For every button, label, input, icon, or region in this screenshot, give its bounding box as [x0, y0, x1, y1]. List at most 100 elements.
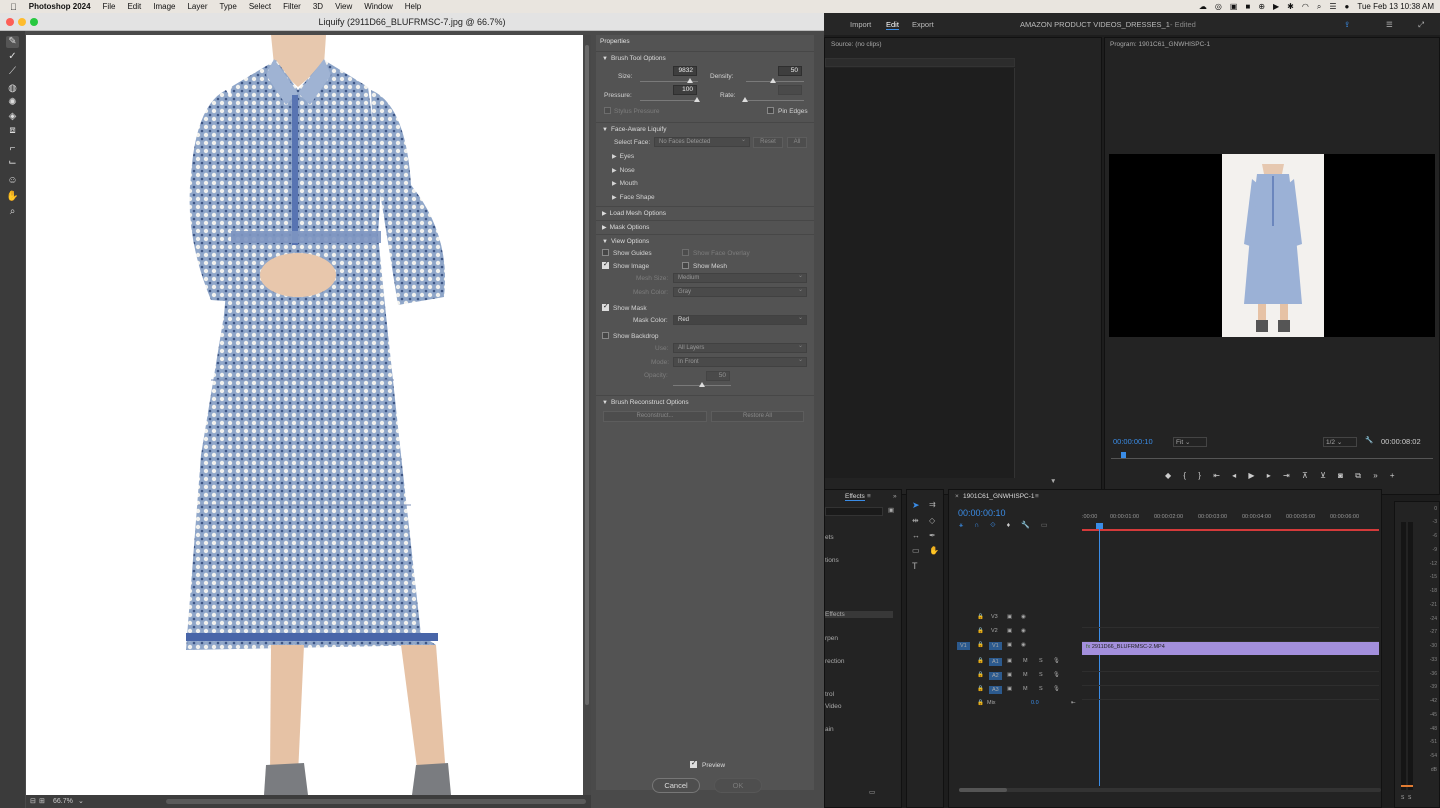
- forward-warp-tool-icon[interactable]: ✎: [6, 36, 19, 48]
- share-icon[interactable]: ⇪: [1344, 20, 1350, 29]
- go-to-out-icon[interactable]: ⇥: [1283, 471, 1290, 480]
- reconstruct-button[interactable]: Reconstruct...: [603, 411, 707, 422]
- mode-dropdown[interactable]: In Front: [673, 356, 807, 367]
- mark-in-icon[interactable]: {: [1183, 471, 1186, 480]
- sequence-timecode[interactable]: 00:00:00:10: [958, 508, 1006, 518]
- pressure-slider-knob[interactable]: [694, 97, 700, 102]
- menu-file[interactable]: File: [103, 2, 116, 11]
- mark-out-icon[interactable]: }: [1198, 471, 1201, 480]
- extract-icon[interactable]: ⊻: [1320, 471, 1326, 480]
- work-area-bar[interactable]: [1082, 529, 1379, 531]
- cancel-button[interactable]: Cancel: [652, 778, 700, 793]
- zoom-in-icon[interactable]: ⊞: [39, 795, 45, 808]
- menu-3d[interactable]: 3D: [313, 2, 323, 11]
- menu-window[interactable]: Window: [364, 2, 392, 11]
- program-scrubber[interactable]: [1111, 458, 1433, 459]
- freeze-mask-tool-icon[interactable]: ⌐: [6, 143, 19, 155]
- solo-right-button[interactable]: S: [1408, 795, 1411, 801]
- effects-item-1[interactable]: ets: [825, 534, 834, 541]
- reset-button[interactable]: Reset: [753, 137, 783, 148]
- folder-icon[interactable]: ▭: [869, 788, 875, 796]
- liquify-canvas[interactable]: [26, 35, 583, 795]
- brush-reconstruct-section[interactable]: ▼ Brush Reconstruct Options: [596, 395, 814, 408]
- creative-cloud-icon[interactable]: ◎: [1215, 2, 1222, 11]
- apple-icon[interactable]: : [10, 2, 17, 12]
- track-a1[interactable]: 🔒 A1 ▣ M S 🎙: [949, 658, 1081, 671]
- zoom-window-button[interactable]: [30, 18, 38, 26]
- effects-item-8[interactable]: ain: [825, 726, 834, 733]
- wifi-icon[interactable]: ◠: [1302, 2, 1309, 11]
- density-input[interactable]: 50: [778, 66, 802, 76]
- menu-filter[interactable]: Filter: [283, 2, 301, 11]
- effects-item-7[interactable]: Video: [825, 703, 842, 710]
- step-back-icon[interactable]: ◂: [1232, 471, 1236, 480]
- zoom-tool-icon[interactable]: ⌕: [6, 206, 19, 218]
- sync-icon[interactable]: ⊕: [1258, 2, 1265, 11]
- mouth-item[interactable]: ▶ Mouth: [612, 180, 638, 187]
- menu-type[interactable]: Type: [219, 2, 236, 11]
- user-icon[interactable]: ●: [1345, 2, 1350, 11]
- menu-view[interactable]: View: [335, 2, 352, 11]
- track-v2[interactable]: 🔒 V2 ▣ ◉: [949, 628, 1081, 641]
- marker-icon[interactable]: ◆: [1165, 471, 1171, 480]
- pin-edges-checkbox[interactable]: [767, 107, 774, 114]
- menu-select[interactable]: Select: [249, 2, 271, 11]
- twirl-tool-icon[interactable]: ◍: [6, 83, 19, 95]
- type-tool-icon[interactable]: T: [912, 561, 918, 571]
- rate-slider-knob[interactable]: [742, 97, 748, 102]
- effects-search[interactable]: [825, 507, 883, 516]
- solo-left-button[interactable]: S: [1401, 795, 1404, 801]
- effects-item-4[interactable]: rpen: [825, 635, 838, 642]
- face-aware-section[interactable]: ▼ Face-Aware Liquify: [596, 122, 814, 135]
- playhead-handle[interactable]: [1096, 523, 1103, 529]
- size-input[interactable]: 9832: [673, 66, 697, 76]
- menu-layer[interactable]: Layer: [187, 2, 207, 11]
- mask-color-dropdown[interactable]: Red: [673, 314, 807, 325]
- menu-help[interactable]: Help: [405, 2, 421, 11]
- push-left-tool-icon[interactable]: ⧈: [6, 125, 19, 137]
- tab-edit[interactable]: Edit: [886, 20, 899, 30]
- filter-icon[interactable]: ▼: [1050, 478, 1056, 485]
- timeline-settings-icon[interactable]: 🔧: [1021, 522, 1030, 529]
- sequence-tab[interactable]: 1901C61_GNWHISPC-1: [963, 493, 1035, 500]
- rectangle-tool-icon[interactable]: ▭: [912, 546, 920, 555]
- effects-item-6[interactable]: trol: [825, 691, 834, 698]
- thaw-mask-tool-icon[interactable]: ⌙: [6, 157, 19, 169]
- effects-item-2[interactable]: tions: [825, 557, 839, 564]
- snap-icon[interactable]: ∩: [974, 522, 979, 529]
- app-icon[interactable]: ■: [1245, 2, 1250, 11]
- eyes-item[interactable]: ▶ Eyes: [612, 153, 634, 160]
- tab-import[interactable]: Import: [850, 20, 871, 29]
- reconstruct-tool-icon[interactable]: ✓: [6, 51, 19, 63]
- track-a2[interactable]: 🔒 A2 ▣ M S 🎙: [949, 672, 1081, 685]
- close-window-button[interactable]: [6, 18, 14, 26]
- show-mesh-checkbox[interactable]: [682, 262, 689, 269]
- brush-tool-options-section[interactable]: ▼ Brush Tool Options: [596, 51, 814, 64]
- use-dropdown[interactable]: All Layers: [673, 342, 807, 353]
- show-mask-checkbox[interactable]: [602, 302, 609, 311]
- effects-more-icon[interactable]: »: [893, 493, 897, 500]
- selection-tool-icon[interactable]: ➤: [912, 500, 920, 511]
- zoom-level[interactable]: 66.7%: [53, 795, 73, 808]
- clock[interactable]: Tue Feb 13 10:38 AM: [1357, 2, 1434, 11]
- pressure-slider[interactable]: [640, 100, 698, 101]
- select-face-dropdown[interactable]: No Faces Detected: [654, 136, 750, 147]
- density-slider-knob[interactable]: [770, 78, 776, 83]
- track-v1[interactable]: V1 🔒 V1 ▣ ◉: [949, 642, 1081, 655]
- linked-selection-icon[interactable]: ⟐: [990, 522, 996, 529]
- rate-slider[interactable]: [746, 100, 804, 101]
- restore-all-button[interactable]: Restore All: [711, 411, 804, 422]
- face-shape-item[interactable]: ▶ Face Shape: [612, 194, 655, 201]
- stylus-pressure-checkbox[interactable]: [604, 107, 611, 114]
- preview-checkbox[interactable]: ✓: [690, 760, 697, 768]
- timeline-ruler[interactable]: :00:00 00:00:01:00 00:00:02:00 00:00:03:…: [1082, 514, 1379, 530]
- timeline-close-icon[interactable]: ×: [955, 493, 959, 500]
- opacity-input[interactable]: 50: [706, 371, 730, 381]
- bloat-tool-icon[interactable]: ◈: [6, 111, 19, 123]
- mesh-size-dropdown[interactable]: Medium: [673, 272, 807, 283]
- pucker-tool-icon[interactable]: ✺: [6, 97, 19, 109]
- slip-tool-icon[interactable]: ↔: [912, 531, 920, 540]
- pressure-input[interactable]: 100: [673, 85, 697, 95]
- screen-icon[interactable]: ▣: [1230, 2, 1238, 11]
- show-backdrop-checkbox[interactable]: [602, 332, 609, 339]
